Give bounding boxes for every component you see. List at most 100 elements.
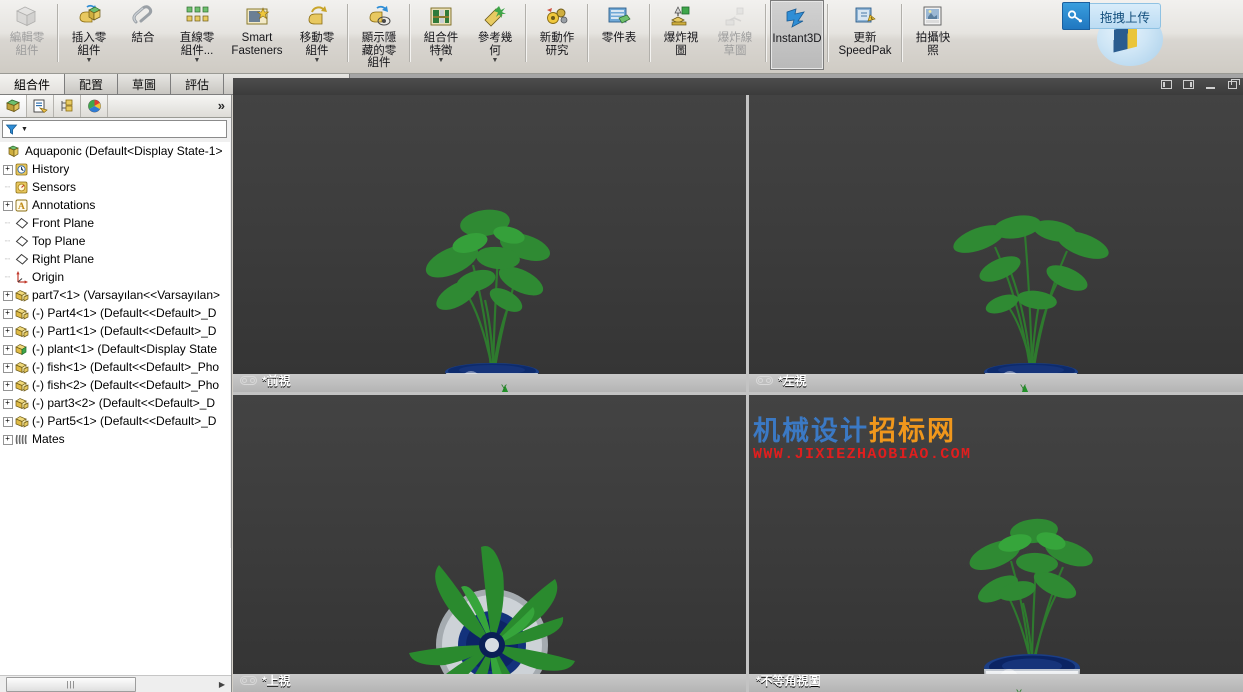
viewport-horizontal-splitter[interactable] — [233, 392, 1243, 395]
document-window-controls — [1160, 78, 1240, 90]
exploded-view-icon — [668, 3, 694, 31]
feature-tree-item[interactable]: ┈ Right Plane — [0, 250, 230, 268]
expand-toggle-icon[interactable]: + — [2, 416, 13, 427]
restore-down-left-icon[interactable] — [1160, 79, 1173, 90]
property-manager-tab[interactable] — [27, 95, 54, 117]
ribbon-separator — [765, 4, 767, 62]
mate-button[interactable]: 結合 — [116, 0, 170, 70]
feature-tree-item-label: Aquaponic (Default<Display State-1> — [25, 144, 223, 158]
ribbon-button-label: 拍攝快照 — [915, 32, 951, 57]
feature-tree-filter[interactable]: ▼ — [2, 120, 227, 138]
ribbon-button-dropdown-icon[interactable]: ▼ — [492, 57, 499, 64]
linear-component-pattern-button[interactable]: 直線零 組件... ▼ — [170, 0, 224, 70]
feature-tree-item[interactable]: + (-) fish<2> (Default<<Default>_Pho — [0, 376, 230, 394]
viewport-top-view[interactable]: *上視 X Z — [233, 395, 746, 692]
annotations-icon: A — [13, 198, 32, 213]
filter-input[interactable] — [30, 121, 226, 137]
configuration-manager-tab[interactable] — [54, 95, 81, 117]
ribbon-separator — [409, 4, 411, 62]
ribbon-button-label: 爆炸視圖 — [663, 32, 699, 57]
feature-tree-item[interactable]: + (-) plant<1> (Default<Display State — [0, 340, 230, 358]
ribbon-button-dropdown-icon[interactable]: ▼ — [438, 57, 445, 64]
insert-component-button[interactable]: 插入零 組件 ▼ — [62, 0, 116, 70]
new-motion-study-button[interactable]: 新動作 研究 — [530, 0, 584, 70]
feature-tree-item-label: Mates — [32, 432, 65, 446]
tab-評估[interactable]: 評估 — [171, 74, 225, 94]
viewport-top-label: *上視 — [240, 672, 291, 689]
cloud-link-icon — [1061, 2, 1090, 30]
ribbon-button-dropdown-icon[interactable]: ▼ — [86, 57, 93, 64]
feature-tree-hscrollbar[interactable]: ||| ▶ — [0, 675, 231, 692]
ribbon-button-dropdown-icon[interactable]: ▼ — [194, 57, 201, 64]
feature-tree-item[interactable]: ┈ Top Plane — [0, 232, 230, 250]
expand-toggle-icon[interactable]: + — [2, 398, 13, 409]
update-speedpak-button[interactable]: 更新 SpeedPak — [832, 0, 898, 70]
viewport-left-view[interactable]: *左視 Y Z — [749, 95, 1243, 392]
ribbon-button-dropdown-icon[interactable]: ▼ — [314, 57, 321, 64]
feature-tree-item[interactable]: ┈ Sensors — [0, 178, 230, 196]
feature-tree-item[interactable]: + (-) Part5<1> (Default<<Default>_D — [0, 412, 230, 430]
hscrollbar-thumb[interactable]: ||| — [6, 676, 136, 692]
feature-tree-root[interactable]: Aquaponic (Default<Display State-1> — [0, 142, 230, 160]
feature-tree[interactable]: Aquaponic (Default<Display State-1> + His… — [0, 142, 230, 549]
feature-tree-item-label: Front Plane — [32, 216, 95, 230]
drag-upload-button[interactable]: 拖拽上传 — [1061, 2, 1161, 30]
expand-toggle-icon[interactable]: + — [2, 164, 13, 175]
feature-manager-tab[interactable] — [0, 95, 27, 117]
feature-tree-item[interactable]: + (-) fish<1> (Default<<Default>_Pho — [0, 358, 230, 376]
exploded-view-button[interactable]: 爆炸視圖 — [654, 0, 708, 70]
tree-indent-spacer: ┈ — [4, 217, 11, 228]
expand-toggle-icon[interactable]: + — [2, 434, 13, 445]
feature-tree-item[interactable]: + part7<1> (Varsayılan<<Varsayılan> — [0, 286, 230, 304]
bill-of-materials-button[interactable]: 零件表 — [592, 0, 646, 70]
feature-tree-item[interactable]: + A Annotations — [0, 196, 230, 214]
part-green-icon — [13, 342, 32, 357]
feature-manager-more-icon[interactable]: » — [218, 98, 225, 113]
feature-tree-item[interactable]: ┈ Origin — [0, 268, 230, 286]
tab-label: 配置 — [79, 77, 104, 92]
feature-tree-item[interactable]: + (-) part3<2> (Default<<Default>_D — [0, 394, 230, 412]
filter-dropdown-icon[interactable]: ▼ — [21, 126, 28, 133]
glasses-icon — [756, 376, 773, 385]
viewport-trimetric-view[interactable]: *不等角視圖 Y X — [749, 395, 1243, 692]
glasses-icon — [240, 676, 257, 685]
instant3d-button[interactable]: Instant3D — [770, 0, 824, 70]
feature-tree-item-label: (-) fish<1> (Default<<Default>_Pho — [32, 360, 220, 374]
expand-toggle-icon[interactable]: + — [2, 344, 13, 355]
tab-草圖[interactable]: 草圖 — [118, 74, 172, 94]
feature-tree-item[interactable]: + (-) Part4<1> (Default<<Default>_D — [0, 304, 230, 322]
expand-toggle-icon[interactable]: + — [2, 326, 13, 337]
ribbon-separator — [57, 4, 59, 62]
glasses-icon — [240, 376, 257, 385]
tab-配置[interactable]: 配置 — [65, 74, 119, 94]
expand-toggle-icon[interactable]: + — [2, 380, 13, 391]
move-component-button[interactable]: 移動零 組件 ▼ — [290, 0, 344, 70]
viewport-front-view[interactable]: *前視 Y X — [233, 95, 746, 392]
show-hidden-components-button[interactable]: 顯示隱 藏的零 組件 — [352, 0, 406, 70]
smart-fasteners-button[interactable]: Smart Fasteners — [224, 0, 290, 70]
minimize-icon[interactable] — [1204, 79, 1217, 90]
tab-label: 組合件 — [14, 77, 51, 92]
svg-text:Y: Y — [1016, 688, 1022, 692]
feature-tree-item[interactable]: + Mates — [0, 430, 230, 448]
expand-toggle-icon[interactable]: + — [2, 200, 13, 211]
assembly-features-button[interactable]: 組合件 特徵 ▼ — [414, 0, 468, 70]
display-manager-tab[interactable] — [81, 95, 108, 117]
history-icon — [13, 162, 32, 177]
hscrollbar-right-arrow[interactable]: ▶ — [219, 680, 225, 689]
ribbon-separator — [525, 4, 527, 62]
feature-tree-item[interactable]: ┈ Front Plane — [0, 214, 230, 232]
viewport-left-label: *左視 — [756, 372, 807, 389]
tab-組合件[interactable]: 組合件 — [0, 74, 66, 94]
feature-tree-item[interactable]: + History — [0, 160, 230, 178]
feature-tree-item[interactable]: + (-) Part1<1> (Default<<Default>_D — [0, 322, 230, 340]
expand-toggle-icon[interactable]: + — [2, 308, 13, 319]
take-snapshot-button[interactable]: 拍攝快照 — [906, 0, 960, 70]
restore-icon[interactable] — [1226, 78, 1240, 90]
reference-geometry-button[interactable]: 參考幾何 ▼ — [468, 0, 522, 70]
origin-icon — [13, 270, 32, 285]
restore-down-right-icon[interactable] — [1182, 79, 1195, 90]
expand-toggle-icon[interactable]: + — [2, 290, 13, 301]
graphics-area[interactable]: ▼ ▼ ▼ ▼ ▼ — [233, 78, 1243, 692]
expand-toggle-icon[interactable]: + — [2, 362, 13, 373]
